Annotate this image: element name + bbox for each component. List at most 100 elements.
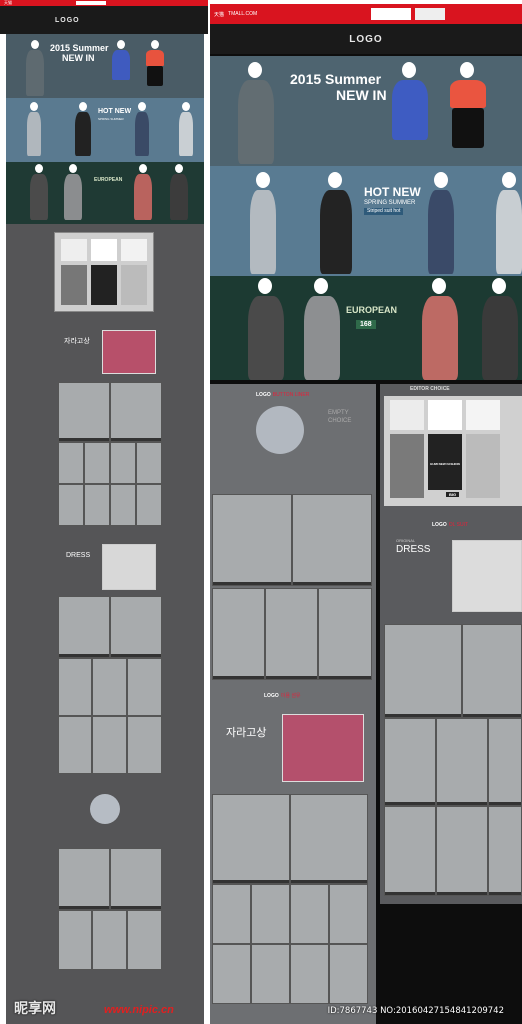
- product-cell[interactable]: [384, 718, 436, 806]
- product-cell[interactable]: [290, 794, 368, 884]
- empty-choice-1: EMPTY: [328, 410, 349, 416]
- korean-photo[interactable]: [282, 714, 364, 782]
- button-liner-circle-photo[interactable]: [256, 406, 304, 454]
- product-cell[interactable]: [92, 910, 127, 970]
- product-cell[interactable]: [58, 382, 110, 442]
- left-banner-summer-sub: NEW IN: [62, 53, 95, 63]
- product-cell[interactable]: [127, 658, 162, 716]
- product-cell[interactable]: [58, 716, 92, 774]
- watermark-id: ID:7867743 NO:20160427154841209742: [327, 1006, 504, 1016]
- product-cell[interactable]: [58, 484, 84, 526]
- product-cell[interactable]: [110, 596, 162, 658]
- left-banner-europe-title: EUROPEAN: [94, 177, 123, 183]
- left-logo[interactable]: LOGO: [55, 17, 80, 24]
- model-figure: [420, 278, 460, 380]
- right-banner-summer[interactable]: 2015 Summer NEW IN: [210, 56, 522, 166]
- model-figure: [316, 172, 356, 276]
- product-cell[interactable]: [136, 442, 162, 484]
- product-cell[interactable]: [58, 596, 110, 658]
- product-cell[interactable]: [58, 658, 92, 716]
- product-cell[interactable]: [436, 718, 488, 806]
- product-cell[interactable]: [384, 806, 436, 896]
- right-banner-summer-title: 2015 Summer: [290, 71, 382, 87]
- left-banner-hot-title: HOT NEW: [98, 108, 132, 115]
- ol-suit-sub: OL SUIT: [448, 522, 468, 528]
- product-cell[interactable]: [58, 442, 84, 484]
- korean-section-sub: 이용 섬유: [280, 693, 301, 699]
- left-nav-bar: LOGO: [0, 6, 208, 34]
- left-search-box[interactable]: [76, 1, 106, 5]
- product-cell[interactable]: [212, 494, 292, 586]
- right-tmall-url[interactable]: TMALL.COM: [228, 11, 257, 17]
- product-cell[interactable]: [110, 484, 136, 526]
- right-banner-hot-sub: SPRING SUMMER: [364, 200, 416, 206]
- right-banner-european[interactable]: EUROPEAN 168: [210, 276, 522, 380]
- product-cell[interactable]: [265, 588, 318, 680]
- left-editor-choice-box[interactable]: [54, 232, 154, 312]
- model-figure: [480, 278, 520, 380]
- product-cell[interactable]: [84, 484, 110, 526]
- right-tmall-label[interactable]: 天猫: [214, 11, 224, 18]
- ol-suit-title: LOGO OL SUIT: [432, 522, 468, 528]
- product-thumb: [91, 239, 117, 261]
- product-thumb: [91, 265, 117, 305]
- product-thumb: GUMI NEW FASHION: [428, 434, 462, 490]
- product-thumb: [121, 265, 147, 305]
- product-cell[interactable]: [92, 716, 127, 774]
- right-logo[interactable]: LOGO: [349, 34, 382, 45]
- model-figure: [28, 164, 50, 222]
- product-cell[interactable]: [58, 910, 92, 970]
- product-cell[interactable]: [329, 884, 368, 944]
- big-label: BIG: [446, 492, 460, 497]
- right-search-button[interactable]: [415, 8, 446, 20]
- left-banner-european[interactable]: EUROPEAN: [6, 162, 204, 224]
- left-dress-photo[interactable]: [102, 544, 156, 590]
- model-figure: [446, 62, 490, 166]
- model-figure: [492, 172, 522, 276]
- gumi-new-label: GUMI NEW FASHION: [430, 462, 460, 466]
- product-cell[interactable]: [110, 382, 162, 442]
- right-top-bar: 天猫 TMALL.COM: [210, 4, 522, 24]
- product-cell[interactable]: [384, 624, 462, 718]
- right-search-box[interactable]: [371, 8, 412, 20]
- model-figure: [388, 62, 432, 166]
- button-liner-logo: LOGO: [256, 392, 271, 398]
- model-figure: [24, 40, 46, 98]
- product-cell[interactable]: [92, 658, 127, 716]
- product-cell[interactable]: [462, 624, 522, 718]
- model-figure: [72, 102, 94, 160]
- dress-photo[interactable]: [452, 540, 522, 612]
- editor-choice-box[interactable]: GUMI NEW FASHION BIG: [384, 396, 522, 506]
- right-banner-hot-title: HOT NEW: [364, 185, 421, 199]
- model-figure: [176, 102, 196, 160]
- left-button-liner-circle[interactable]: [90, 794, 120, 824]
- product-cell[interactable]: [136, 484, 162, 526]
- model-figure: [234, 62, 278, 166]
- product-cell[interactable]: [488, 806, 522, 896]
- product-cell[interactable]: [318, 588, 372, 680]
- product-thumb: [121, 239, 147, 261]
- left-banner-hotnew[interactable]: HOT NEW SPRING SUMMER: [6, 98, 204, 162]
- left-korean-photo[interactable]: [102, 330, 156, 374]
- product-cell[interactable]: [127, 716, 162, 774]
- right-nav-bar: LOGO: [210, 24, 522, 54]
- product-cell[interactable]: [251, 884, 290, 944]
- product-cell[interactable]: [290, 884, 329, 944]
- product-cell[interactable]: [488, 718, 522, 806]
- product-cell[interactable]: [110, 442, 136, 484]
- left-banner-summer[interactable]: 2015 Summer NEW IN: [6, 34, 204, 98]
- product-cell[interactable]: [110, 848, 162, 910]
- product-cell[interactable]: [212, 794, 290, 884]
- right-banner-summer-sub: NEW IN: [336, 87, 387, 103]
- product-cell[interactable]: [436, 806, 488, 896]
- product-cell[interactable]: [292, 494, 372, 586]
- left-tmall-label: 天猫: [4, 0, 12, 5]
- product-thumb: [390, 400, 424, 430]
- product-cell[interactable]: [212, 884, 251, 944]
- product-cell[interactable]: [84, 442, 110, 484]
- product-cell[interactable]: [127, 910, 162, 970]
- product-cell[interactable]: [58, 848, 110, 910]
- product-cell[interactable]: [212, 588, 265, 680]
- left-page-body: 2015 Summer NEW IN HOT NEW SPRING SUMMER: [6, 34, 204, 1024]
- right-banner-hotnew[interactable]: HOT NEW SPRING SUMMER Striped suit hot: [210, 166, 522, 276]
